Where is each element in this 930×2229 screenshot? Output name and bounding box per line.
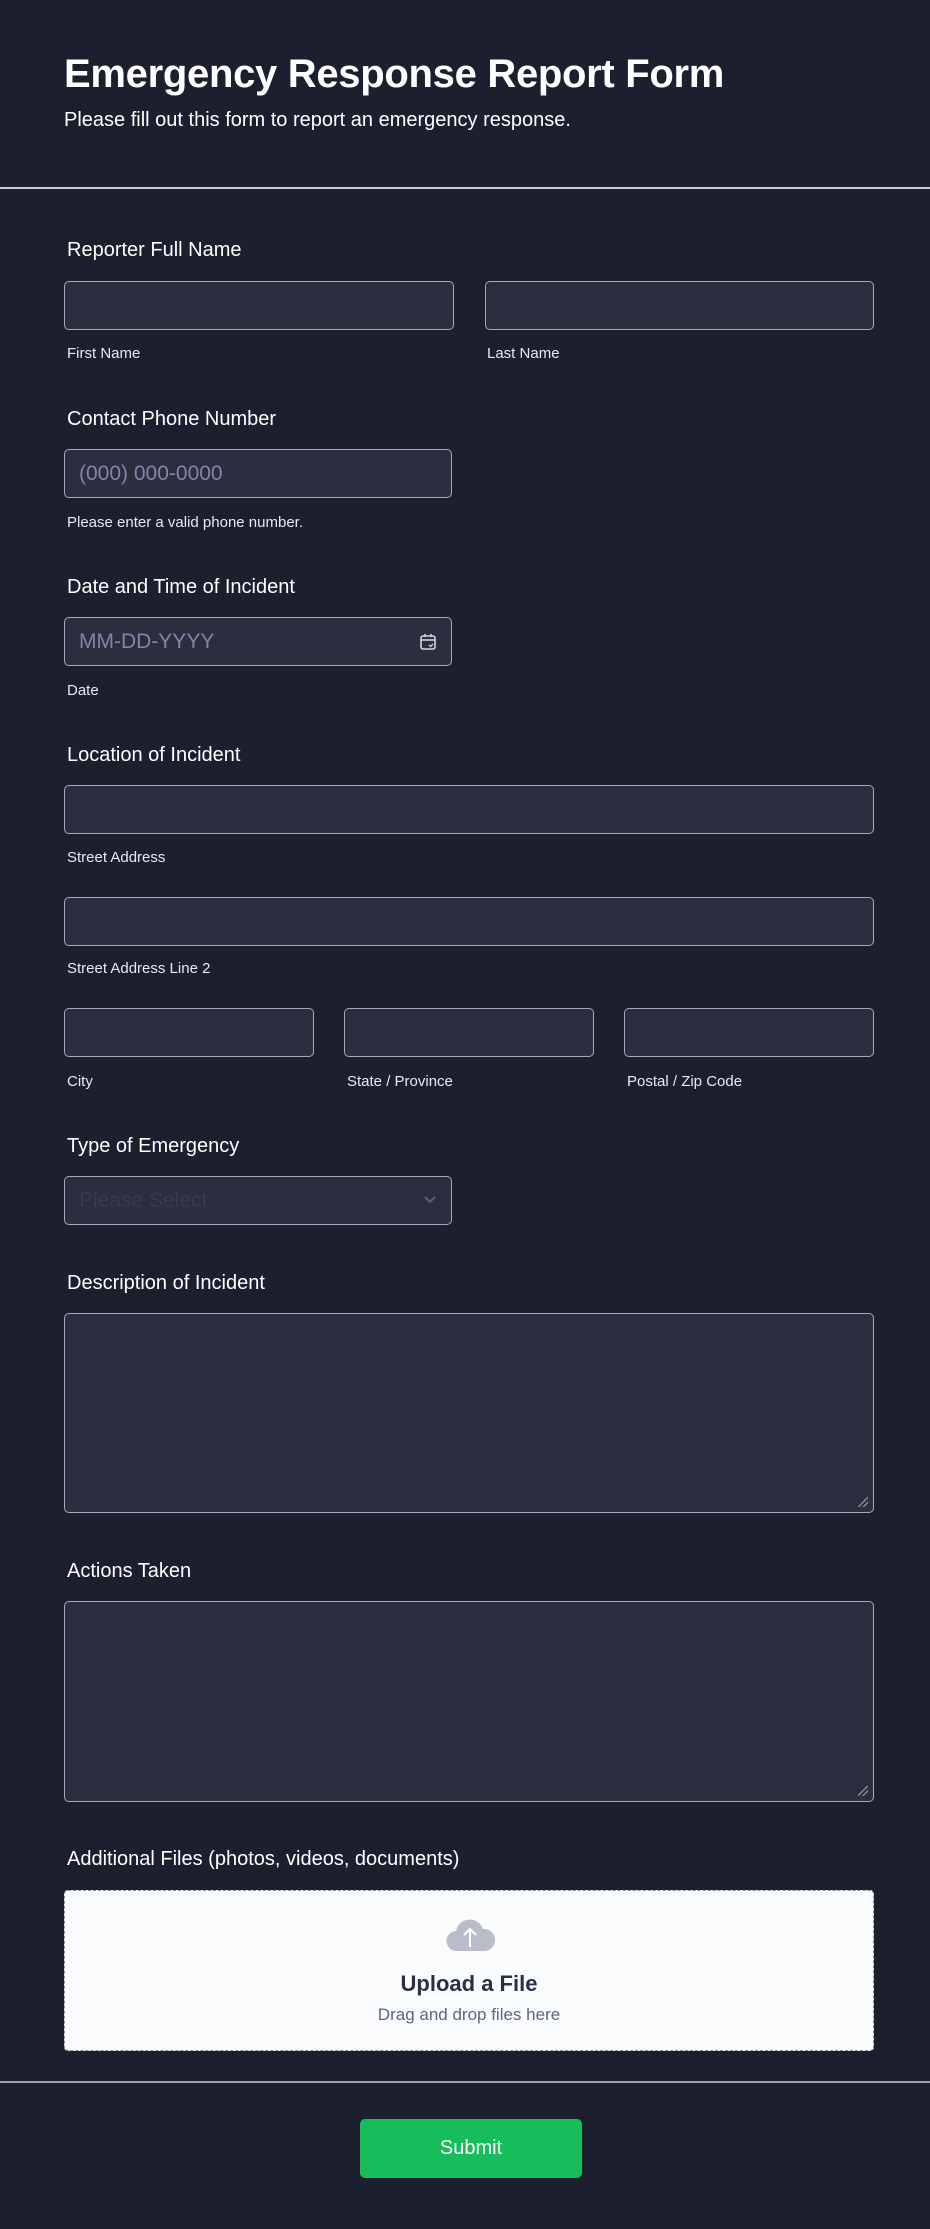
- submit-button[interactable]: Submit: [360, 2119, 582, 2178]
- actions-label: Actions Taken: [67, 1560, 192, 1582]
- date-label: Date and Time of Incident: [67, 576, 295, 598]
- street2-sublabel: Street Address Line 2: [67, 960, 211, 977]
- resize-handle-icon[interactable]: [858, 1786, 868, 1796]
- calendar-icon[interactable]: [419, 633, 437, 651]
- city-input[interactable]: [64, 1008, 314, 1057]
- divider: [0, 187, 930, 189]
- upload-title: Upload a File: [400, 1971, 538, 1996]
- cloud-upload-icon: [446, 1919, 495, 1952]
- description-label: Description of Incident: [67, 1272, 265, 1294]
- file-upload-dropzone[interactable]: Upload a File Drag and drop files here: [64, 1890, 874, 2051]
- emergency-type-label: Type of Emergency: [67, 1135, 240, 1157]
- page-title: Emergency Response Report Form: [64, 52, 725, 96]
- phone-input[interactable]: (000) 000-0000: [64, 449, 452, 498]
- reporter-name-label: Reporter Full Name: [67, 239, 242, 261]
- actions-textarea[interactable]: [64, 1601, 874, 1802]
- street-input[interactable]: [64, 785, 874, 834]
- street2-input[interactable]: [64, 897, 874, 946]
- phone-placeholder: (000) 000-0000: [79, 462, 223, 485]
- phone-label: Contact Phone Number: [67, 408, 277, 430]
- street-sublabel: Street Address: [67, 849, 166, 866]
- files-label: Additional Files (photos, videos, docume…: [67, 1848, 460, 1870]
- page-subtitle: Please fill out this form to report an e…: [64, 109, 571, 131]
- emergency-type-select[interactable]: Please Select: [64, 1176, 452, 1225]
- select-placeholder: Please Select: [79, 1189, 208, 1212]
- location-label: Location of Incident: [67, 744, 241, 766]
- upload-hint: Drag and drop files here: [377, 2005, 561, 2024]
- date-sublabel: Date: [67, 682, 99, 699]
- zip-sublabel: Postal / Zip Code: [627, 1073, 743, 1090]
- first-name-sublabel: First Name: [67, 345, 141, 362]
- city-sublabel: City: [67, 1073, 93, 1090]
- state-input[interactable]: [344, 1008, 594, 1057]
- date-placeholder: MM-DD-YYYY: [79, 630, 215, 653]
- date-input[interactable]: MM-DD-YYYY: [64, 617, 452, 666]
- description-textarea[interactable]: [64, 1313, 874, 1513]
- resize-handle-icon[interactable]: [858, 1497, 868, 1507]
- first-name-input[interactable]: [64, 281, 454, 330]
- last-name-sublabel: Last Name: [487, 345, 560, 362]
- phone-help: Please enter a valid phone number.: [67, 514, 303, 531]
- state-sublabel: State / Province: [347, 1073, 453, 1090]
- divider: [0, 2081, 930, 2083]
- zip-input[interactable]: [624, 1008, 874, 1057]
- last-name-input[interactable]: [485, 281, 874, 330]
- chevron-down-icon: [424, 1196, 436, 1204]
